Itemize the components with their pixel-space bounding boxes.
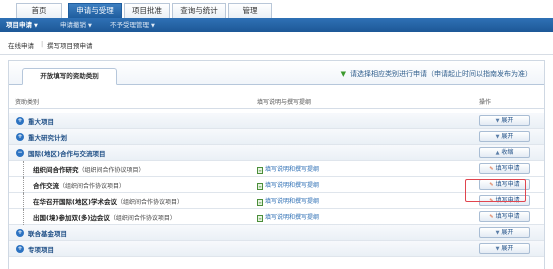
fill-apply-button[interactable]: ✎ 填写申请 <box>479 211 530 222</box>
expand-button[interactable]: ▼ 展开 <box>479 115 530 126</box>
table-row: + 重大研究计划 ▼ 展开 <box>9 129 544 145</box>
group-title: 联合基金项目 <box>28 230 67 238</box>
expand-button[interactable]: ▼ 展开 <box>479 243 530 254</box>
double-chevron-down-icon: ▼ <box>495 246 500 252</box>
sub-item-title: 在华召开国际(地区)学术会议（组织间合作协议项目） <box>33 198 183 206</box>
group-title: 专项项目 <box>28 246 54 254</box>
guide-link[interactable]: ≡ 填写说明和撰写提纲 <box>257 196 319 206</box>
table-row: + 专项项目 ▼ 展开 <box>9 241 544 257</box>
table-row: + 重大项目 ▼ 展开 <box>9 113 544 129</box>
subnav-separator: | <box>41 40 44 48</box>
double-chevron-down-icon: ▼ <box>495 134 500 140</box>
double-chevron-up-icon: ▲ <box>495 150 500 156</box>
col-header-category: 资助类别 <box>15 99 40 106</box>
plus-icon[interactable]: + <box>16 133 24 141</box>
chevron-down-icon: ▼ <box>151 23 155 29</box>
double-chevron-down-icon: ▼ <box>495 118 500 124</box>
expand-button[interactable]: ▼ 展开 <box>479 131 530 142</box>
document-icon: ≡ <box>257 215 263 222</box>
group-title: 重大项目 <box>28 118 54 126</box>
sub-nav: 在线申请 | 撰写项目预申请 <box>0 32 553 55</box>
sub-item-title: 合作交流（组织间合作协议项目） <box>33 182 126 190</box>
fill-apply-button[interactable]: ✎ 填写申请 <box>479 163 530 174</box>
plus-icon[interactable]: + <box>16 117 24 125</box>
document-icon: ≡ <box>257 167 263 174</box>
document-icon: ≡ <box>257 183 263 190</box>
panel-note: ▼ 请选择相应类别进行申请（申请起止时间以指南发布为准） <box>340 70 532 78</box>
guide-link[interactable]: ≡ 填写说明和撰写提纲 <box>257 164 319 174</box>
flag-icon: ▼ <box>340 70 346 78</box>
subnav-pre-apply[interactable]: 撰写项目预申请 <box>47 40 93 50</box>
tree-connector <box>23 161 24 177</box>
funding-category-panel: 开放填写的资助类别 ▼ 请选择相应类别进行申请（申请起止时间以指南发布为准） 资助… <box>8 60 545 269</box>
tab-project-approval[interactable]: 项目批准 <box>124 3 170 18</box>
double-chevron-down-icon: ▼ <box>495 230 500 236</box>
sub-item-title: 组织间合作研究（组织间合作协议项目） <box>33 166 145 174</box>
menu-bar: 项目申请 ▼ 申请撤销 ▼ 不予受理管理 ▼ <box>0 18 553 32</box>
col-header-guide: 填写说明与撰写提纲 <box>257 99 312 106</box>
tree-connector <box>23 177 24 193</box>
document-icon: ≡ <box>257 199 263 206</box>
plus-icon[interactable]: + <box>16 245 24 253</box>
table-row: 出国(境)参加双(多)边会议（组织间合作协议项目） ≡ 填写说明和撰写提纲 ✎ 填写… <box>9 209 544 225</box>
subnav-online-apply[interactable]: 在线申请 <box>8 40 34 50</box>
guide-link[interactable]: ≡ 填写说明和撰写提纲 <box>257 180 319 190</box>
expand-button[interactable]: ▼ 展开 <box>479 227 530 238</box>
edit-icon: ✎ <box>489 214 494 220</box>
group-title: 重大研究计划 <box>28 134 67 142</box>
tab-manage[interactable]: 管理 <box>228 3 272 18</box>
menu-not-accepted-manage[interactable]: 不予受理管理 ▼ <box>110 18 155 32</box>
tree-connector <box>23 209 24 225</box>
panel-header: 开放填写的资助类别 ▼ 请选择相应类别进行申请（申请起止时间以指南发布为准） <box>9 61 544 85</box>
plus-icon[interactable]: + <box>16 229 24 237</box>
tab-apply-accept[interactable]: 申请与受理 <box>68 3 122 18</box>
menu-apply-withdraw[interactable]: 申请撤销 ▼ <box>60 18 92 32</box>
table-header: 资助类别 填写说明与撰写提纲 操作 <box>9 95 544 109</box>
tab-query-stats[interactable]: 查询与统计 <box>172 3 226 18</box>
minus-icon[interactable]: − <box>16 149 24 157</box>
collapse-button[interactable]: ▲ 收缩 <box>479 147 530 158</box>
group-title: 国际(地区)合作与交流项目 <box>28 150 106 158</box>
chevron-down-icon: ▼ <box>88 23 92 29</box>
table-row: + 联合基金项目 ▼ 展开 <box>9 225 544 241</box>
col-header-action: 操作 <box>479 99 492 106</box>
table-row: − 国际(地区)合作与交流项目 ▲ 收缩 <box>9 145 544 161</box>
tab-home[interactable]: 首页 <box>16 3 62 18</box>
sub-item-title: 出国(境)参加双(多)边会议（组织间合作协议项目） <box>33 214 176 222</box>
chevron-down-icon: ▼ <box>34 23 38 29</box>
edit-icon: ✎ <box>489 166 494 172</box>
guide-link[interactable]: ≡ 填写说明和撰写提纲 <box>257 212 319 222</box>
tree-connector <box>23 193 24 209</box>
table-row: 在华召开国际(地区)学术会议（组织间合作协议项目） ≡ 填写说明和撰写提纲 ✎ 填写… <box>9 193 544 209</box>
table-row: 组织间合作研究（组织间合作协议项目） ≡ 填写说明和撰写提纲 ✎ 填写申请 <box>9 161 544 177</box>
panel-tab-open-categories[interactable]: 开放填写的资助类别 <box>22 68 117 85</box>
table-row: 合作交流（组织间合作协议项目） ≡ 填写说明和撰写提纲 ✎ 填写申请 <box>9 177 544 193</box>
top-tab-bar: 首页 申请与受理 项目批准 查询与统计 管理 <box>0 0 553 18</box>
menu-project-apply[interactable]: 项目申请 ▼ <box>6 18 38 32</box>
highlight-box <box>465 179 526 202</box>
